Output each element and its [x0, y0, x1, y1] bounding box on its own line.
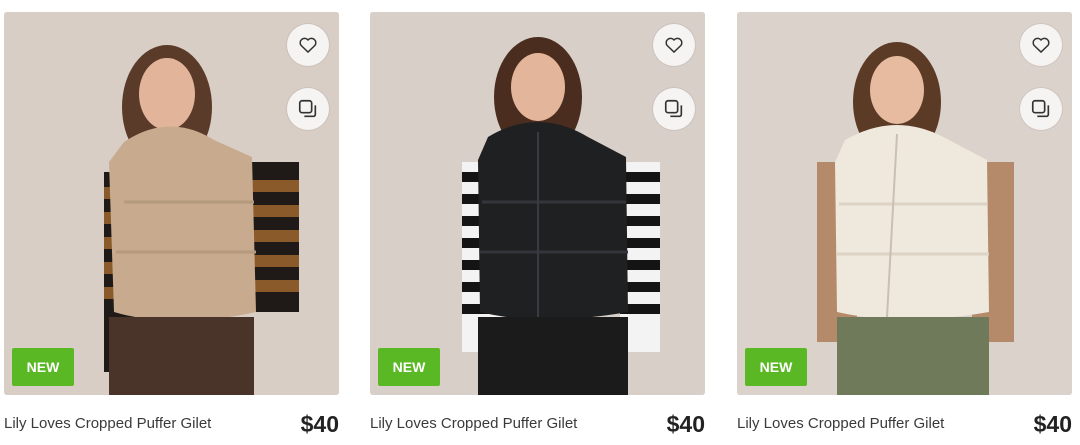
copy-icon [298, 99, 317, 118]
compare-button[interactable] [287, 88, 329, 130]
copy-icon [1031, 99, 1050, 118]
product-name[interactable]: Lily Loves Cropped Puffer Gilet [737, 415, 944, 432]
product-name[interactable]: Lily Loves Cropped Puffer Gilet [370, 415, 577, 432]
new-badge: NEW [378, 348, 440, 386]
product-price: $40 [666, 411, 705, 437]
product-price: $40 [300, 411, 339, 437]
product-name[interactable]: Lily Loves Cropped Puffer Gilet [4, 415, 211, 432]
compare-button[interactable] [653, 88, 695, 130]
product-card[interactable]: NEW Lily Loves Cropped Puffer Gilet $40 [370, 12, 705, 445]
product-card[interactable]: NEW Lily Loves Cropped Puffer Gilet $40 [4, 12, 339, 445]
compare-button[interactable] [1020, 88, 1062, 130]
new-badge: NEW [12, 348, 74, 386]
product-image[interactable] [737, 12, 1072, 395]
product-price: $40 [1033, 411, 1072, 437]
heart-icon [665, 37, 683, 53]
wishlist-button[interactable] [1020, 24, 1062, 66]
product-card[interactable]: NEW Lily Loves Cropped Puffer Gilet $40 [737, 12, 1072, 445]
wishlist-button[interactable] [653, 24, 695, 66]
new-badge: NEW [745, 348, 807, 386]
copy-icon [664, 99, 683, 118]
heart-icon [299, 37, 317, 53]
heart-icon [1032, 37, 1050, 53]
product-image[interactable] [4, 12, 339, 395]
wishlist-button[interactable] [287, 24, 329, 66]
product-image[interactable] [370, 12, 705, 395]
